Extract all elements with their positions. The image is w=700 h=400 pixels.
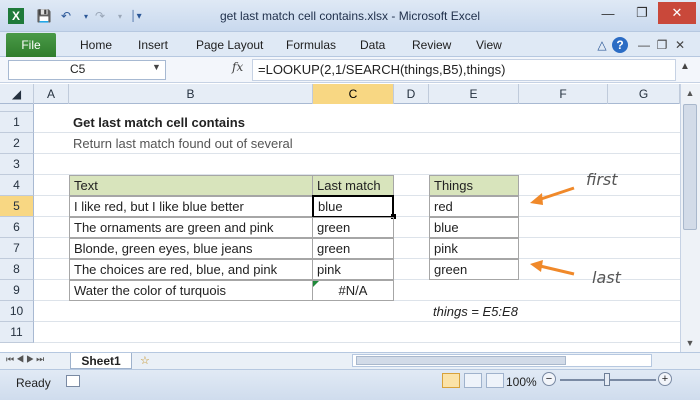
row-header-4[interactable]: 4 <box>0 175 34 196</box>
grid-line <box>34 342 680 343</box>
text-cell[interactable]: The ornaments are green and pink <box>69 217 313 238</box>
tab-review[interactable]: Review <box>412 36 451 54</box>
sheet-subtitle[interactable]: Return last match found out of several <box>69 133 293 154</box>
expand-formula-bar-icon[interactable]: ▲ <box>680 61 690 72</box>
column-header-g[interactable]: G <box>608 84 680 104</box>
sheet-nav-icons[interactable]: ⏮◀▶⏭ <box>6 354 46 365</box>
page-break-view-icon[interactable] <box>486 373 504 388</box>
column-header-a[interactable]: A <box>34 84 69 104</box>
row-header-0-gap <box>0 104 34 112</box>
row-header-11[interactable]: 11 <box>0 322 34 343</box>
row-header-2[interactable]: 2 <box>0 133 34 154</box>
text-cell[interactable]: Water the color of turquois <box>69 280 313 301</box>
last-match-cell[interactable]: #N/A <box>312 280 394 301</box>
row-header-1[interactable]: 1 <box>0 112 34 133</box>
arrow-last-icon <box>530 260 575 276</box>
workbook-close-icon[interactable]: ✕ <box>672 37 688 53</box>
things-cell[interactable]: red <box>429 196 519 217</box>
excel-icon: X <box>8 8 24 24</box>
row-header-6[interactable]: 6 <box>0 217 34 238</box>
file-tab[interactable]: File <box>6 33 56 57</box>
last-match-cell[interactable]: green <box>312 238 394 259</box>
zoom-level[interactable]: 100% <box>506 375 537 389</box>
normal-view-icon[interactable] <box>442 373 460 388</box>
header-last-match[interactable]: Last match <box>312 175 394 196</box>
close-icon[interactable]: ✕ <box>658 2 696 24</box>
name-box-dropdown-icon[interactable]: ▼ <box>152 62 161 72</box>
annotation-first: first <box>586 170 618 189</box>
horizontal-scroll-thumb[interactable] <box>356 356 566 365</box>
header-text[interactable]: Text <box>69 175 313 196</box>
arrow-first-icon <box>530 186 575 205</box>
workbook-minimize-icon[interactable]: — <box>636 37 652 53</box>
customize-icon[interactable]: │▾ <box>128 8 144 24</box>
help-icon[interactable]: ? <box>612 37 628 53</box>
text-cell[interactable]: I like red, but I like blue better <box>69 196 313 217</box>
grid-line <box>34 321 680 322</box>
named-range-note: things = E5:E8 <box>433 304 518 319</box>
scroll-up-icon[interactable]: ▲ <box>683 86 697 100</box>
vertical-scroll-thumb[interactable] <box>683 104 697 230</box>
annotation-arrows <box>530 186 575 276</box>
text-cell[interactable]: Blonde, green eyes, blue jeans <box>69 238 313 259</box>
things-cell[interactable]: green <box>429 259 519 280</box>
column-header-d[interactable]: D <box>394 84 429 104</box>
scroll-down-icon[interactable]: ▼ <box>683 336 697 350</box>
redo-dropdown-icon[interactable]: ▾ <box>112 8 128 24</box>
column-header-c[interactable]: C <box>313 84 394 104</box>
zoom-slider-thumb[interactable] <box>604 373 610 386</box>
column-header-f[interactable]: F <box>519 84 608 104</box>
row-header-9[interactable]: 9 <box>0 280 34 301</box>
undo-icon[interactable]: ↶ <box>58 8 74 24</box>
tab-home[interactable]: Home <box>80 36 112 54</box>
name-box[interactable] <box>8 60 166 80</box>
tab-view[interactable]: View <box>476 36 502 54</box>
status-ready: Ready <box>16 376 51 390</box>
column-header-e[interactable]: E <box>429 84 519 104</box>
zoom-in-icon[interactable]: + <box>658 372 672 386</box>
select-all-corner[interactable]: ◢ <box>0 84 34 104</box>
sheet-title[interactable]: Get last match cell contains <box>69 112 245 133</box>
sheet-tab-sheet1[interactable]: Sheet1 <box>70 353 132 369</box>
column-header-b[interactable]: B <box>69 84 313 104</box>
row-header-8[interactable]: 8 <box>0 259 34 280</box>
row-header-10[interactable]: 10 <box>0 301 34 322</box>
tab-formulas[interactable]: Formulas <box>286 36 336 54</box>
status-bar <box>0 369 700 400</box>
workbook-restore-icon[interactable]: ❐ <box>654 37 670 53</box>
save-icon[interactable]: 💾 <box>36 8 52 24</box>
error-indicator-icon <box>313 281 319 287</box>
formula-input[interactable]: =LOOKUP(2,1/SEARCH(things,B5),things) <box>252 59 676 81</box>
insert-function-icon[interactable]: fx <box>232 60 243 74</box>
zoom-out-icon[interactable]: − <box>542 372 556 386</box>
things-cell[interactable]: pink <box>429 238 519 259</box>
restore-icon[interactable]: ❐ <box>624 2 660 24</box>
tab-data[interactable]: Data <box>360 36 385 54</box>
header-things[interactable]: Things <box>429 175 519 196</box>
row-header-7[interactable]: 7 <box>0 238 34 259</box>
macro-recorder-icon[interactable] <box>66 375 80 387</box>
annotation-last: last <box>592 268 621 287</box>
last-match-cell[interactable]: green <box>312 217 394 238</box>
row-header-3[interactable]: 3 <box>0 154 34 175</box>
redo-icon[interactable]: ↷ <box>92 8 108 24</box>
tab-insert[interactable]: Insert <box>138 36 168 54</box>
minimize-icon[interactable]: — <box>590 2 626 24</box>
row-header-5[interactable]: 5 <box>0 196 34 217</box>
last-match-cell[interactable]: pink <box>312 259 394 280</box>
minimize-ribbon-icon[interactable]: △ <box>594 37 610 53</box>
selected-cell-c5[interactable]: blue <box>312 195 394 218</box>
name-box-value: C5 <box>70 62 86 76</box>
page-layout-view-icon[interactable] <box>464 373 482 388</box>
things-cell[interactable]: blue <box>429 217 519 238</box>
insert-sheet-icon[interactable]: ☆ <box>140 354 150 367</box>
tab-page-layout[interactable]: Page Layout <box>196 36 263 54</box>
text-cell[interactable]: The choices are red, blue, and pink <box>69 259 313 280</box>
